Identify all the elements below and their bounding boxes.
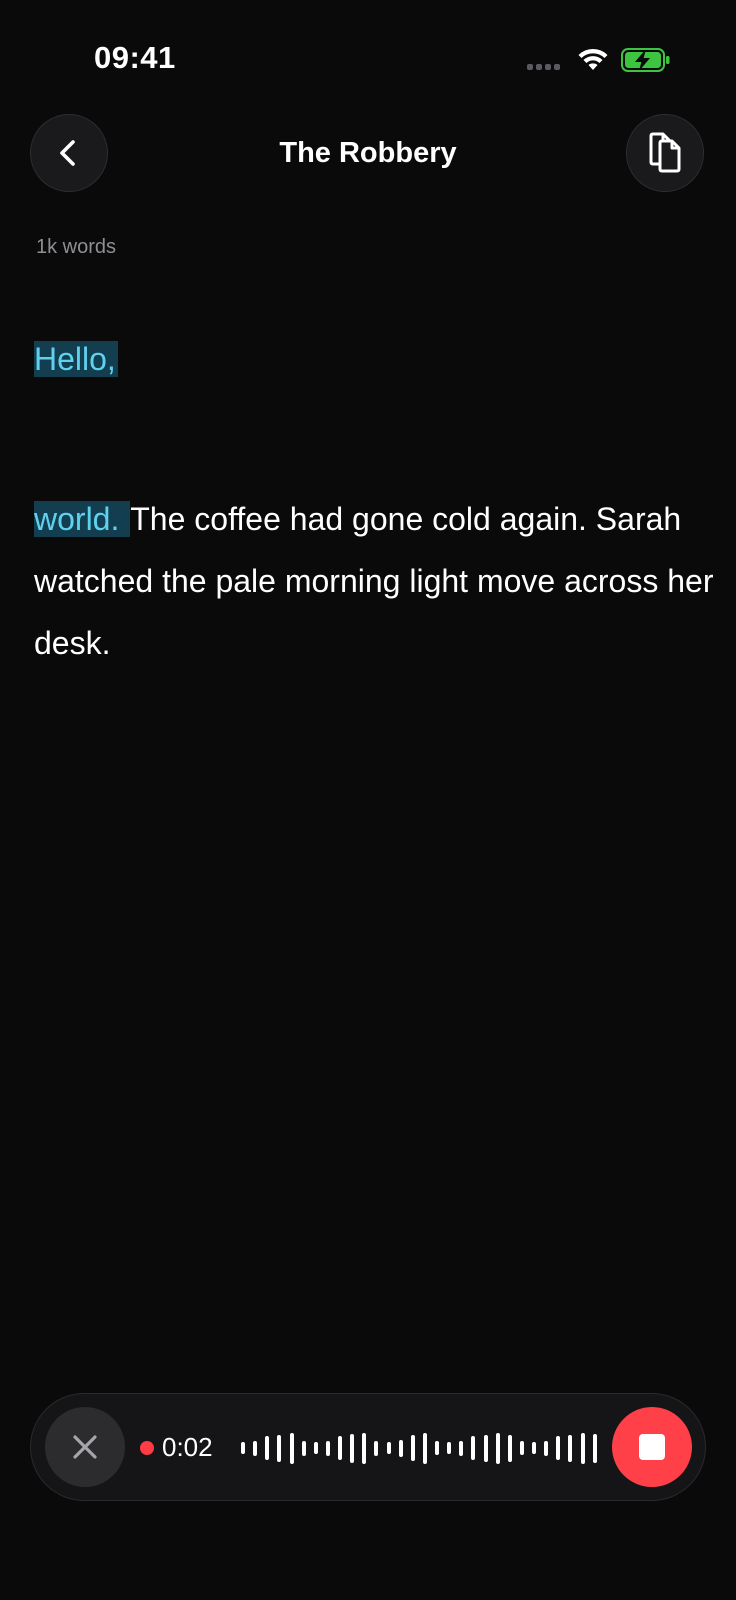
waveform-bar [253, 1440, 258, 1456]
wifi-icon [578, 48, 608, 70]
highlighted-text: Hello, [34, 341, 118, 377]
waveform-bar [459, 1440, 464, 1456]
copy-icon [649, 132, 681, 173]
waveform-bar [313, 1442, 318, 1454]
battery-charging-icon [621, 48, 670, 72]
waveform-bar [265, 1436, 270, 1460]
stop-icon [639, 1434, 665, 1460]
waveform-bar [580, 1432, 585, 1464]
status-time: 09:41 [94, 40, 176, 75]
waveform-bar [325, 1440, 330, 1456]
word-count: 1k words [36, 236, 117, 258]
waveform-bar [556, 1436, 561, 1460]
recording-indicator-dot [140, 1441, 154, 1455]
stop-recording-button[interactable] [612, 1407, 692, 1487]
paragraph-2[interactable]: world. The coffee had gone cold again. S… [34, 488, 714, 674]
waveform-bar [350, 1433, 355, 1463]
waveform-bar [422, 1432, 427, 1464]
cancel-recording-button[interactable] [45, 1407, 125, 1487]
waveform-bar [362, 1432, 367, 1464]
waveform-bar [495, 1432, 500, 1464]
cellular-signal-icon [527, 64, 560, 70]
copy-button[interactable] [626, 114, 704, 192]
waveform-bar [568, 1434, 573, 1462]
waveform-bar [277, 1434, 282, 1462]
waveform-bar [519, 1441, 524, 1455]
waveform-bar [447, 1442, 452, 1454]
paragraph-1[interactable]: Hello, [34, 328, 714, 390]
close-icon [73, 1435, 97, 1459]
waveform-bar [241, 1442, 245, 1454]
waveform-bar [471, 1436, 476, 1460]
paragraph-text: The coffee had gone cold again. Sarah wa… [34, 501, 714, 661]
recording-timer: 0:02 [162, 1432, 213, 1462]
waveform-bar [592, 1433, 597, 1463]
waveform-bar [289, 1432, 294, 1464]
highlighted-text: world. [34, 501, 131, 537]
audio-waveform [241, 1418, 597, 1478]
waveform-bar [338, 1436, 342, 1460]
waveform-bar [410, 1435, 415, 1461]
screen: 09:41 The Robbery 1k words Hello, world.… [0, 0, 736, 1600]
waveform-bar [374, 1440, 379, 1456]
waveform-bar [532, 1442, 536, 1454]
waveform-bar [544, 1440, 549, 1456]
waveform-bar [435, 1441, 439, 1455]
waveform-bar [386, 1442, 391, 1454]
waveform-bar [483, 1434, 488, 1462]
voice-recorder-bar: 0:02 [30, 1393, 706, 1501]
waveform-bar [398, 1439, 403, 1457]
waveform-bar [301, 1440, 306, 1456]
waveform-bar [507, 1434, 512, 1462]
